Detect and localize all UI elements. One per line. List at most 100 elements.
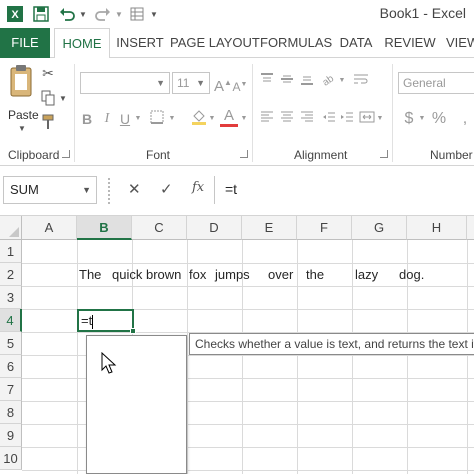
bottom-align-icon[interactable] [298,72,316,90]
cell-h2[interactable]: lazy [355,267,378,282]
cell-f2[interactable]: over [268,267,293,282]
title-bar: X ▼ ▼ ▼ Book1 - Excel [0,0,474,28]
paste-button[interactable]: Paste [8,108,39,122]
column-header-e[interactable]: E [242,216,297,240]
font-launcher-icon[interactable] [240,150,248,158]
tab-view[interactable]: VIEW [446,28,474,58]
column-header-a[interactable]: A [22,216,77,240]
row-header-3[interactable]: 3 [0,286,22,309]
column-header-c[interactable]: C [132,216,187,240]
save-icon[interactable] [30,4,52,24]
cancel-icon[interactable]: ✕ [128,180,141,198]
row-header-6[interactable]: 6 [0,355,22,378]
decrease-indent-icon[interactable] [320,110,338,128]
fill-color-icon[interactable] [190,108,208,130]
orientation-dropdown-icon[interactable]: ▼ [338,72,346,90]
cut-icon[interactable]: ✂ [38,64,58,82]
mouse-pointer-icon [101,351,117,376]
orientation-icon[interactable]: ab [320,72,338,90]
select-all-corner[interactable] [0,216,22,240]
cell-c2[interactable]: quick brown [112,267,181,282]
active-cell-value: =t [81,313,93,328]
cell-d2[interactable]: fox [189,267,206,282]
formula-input[interactable]: =t [214,176,474,204]
paste-dropdown-icon[interactable]: ▼ [18,124,26,133]
currency-dropdown-icon[interactable]: ▼ [418,110,426,128]
customize-icon[interactable] [126,4,148,24]
row-header-7[interactable]: 7 [0,378,22,401]
clipboard-launcher-icon[interactable] [62,150,70,158]
align-right-icon[interactable] [298,110,316,128]
wrap-text-icon[interactable] [352,72,370,90]
tab-page-layout[interactable]: PAGE LAYOUT [170,28,260,58]
tab-review[interactable]: REVIEW [384,28,436,58]
merge-dropdown-icon[interactable]: ▼ [376,110,384,128]
undo-dropdown-icon[interactable]: ▼ [78,4,88,24]
insert-function-icon[interactable]: fx [192,180,204,195]
middle-align-icon[interactable] [278,72,296,90]
row-header-4[interactable]: 4 [0,309,22,332]
percent-button[interactable]: % [430,110,448,128]
format-painter-icon[interactable] [38,114,58,134]
borders-icon[interactable] [148,110,166,128]
row-header-8[interactable]: 8 [0,401,22,424]
row-header-5[interactable]: 5 [0,332,22,355]
name-box[interactable]: SUM ▼ [3,176,97,204]
cell-e2[interactable]: jumps [215,267,250,282]
tab-data[interactable]: DATA [336,28,376,58]
enter-icon[interactable]: ✓ [160,180,173,198]
font-color-dropdown-icon[interactable]: ▼ [240,110,248,128]
grow-font-icon[interactable]: A▲ [214,74,232,96]
cell-b2[interactable]: The [79,267,101,282]
currency-button[interactable]: $ [400,110,418,128]
copy-icon[interactable] [38,90,58,110]
worksheet-grid[interactable]: A B C D E F G H 1 2 3 4 5 6 7 8 9 10 The… [0,216,474,474]
svg-text:ab: ab [321,73,336,86]
undo-icon[interactable] [56,4,78,24]
font-size-dropdown[interactable]: 11 ▼ [172,72,210,94]
merge-center-icon[interactable] [358,110,376,128]
ribbon-tabs: FILE HOME INSERT PAGE LAYOUT FORMULAS DA… [0,28,474,59]
redo-dropdown-icon[interactable]: ▼ [114,4,124,24]
underline-dropdown-icon[interactable]: ▼ [134,110,142,128]
tab-file[interactable]: FILE [0,28,50,58]
column-header-b[interactable]: B [77,216,132,240]
svg-text:X: X [11,9,19,21]
qa-customize-dropdown-icon[interactable]: ▼ [148,4,160,24]
fill-color-dropdown-icon[interactable]: ▼ [208,110,216,128]
underline-button[interactable]: U [118,110,132,128]
top-align-icon[interactable] [258,72,276,90]
tab-home[interactable]: HOME [54,28,110,59]
fill-handle[interactable] [130,328,136,334]
font-name-dropdown[interactable]: ▼ [80,72,170,94]
column-header-g[interactable]: G [352,216,407,240]
active-cell-b4[interactable]: =t [77,309,136,334]
row-header-1[interactable]: 1 [0,240,22,263]
comma-style-icon[interactable]: , [456,110,474,128]
cell-i2[interactable]: dog. [399,267,424,282]
borders-dropdown-icon[interactable]: ▼ [168,110,176,128]
increase-indent-icon[interactable] [338,110,356,128]
shrink-font-icon[interactable]: A▼ [232,76,248,96]
font-color-icon[interactable]: A [220,108,238,127]
row-header-10[interactable]: 10 [0,447,22,470]
bold-button[interactable]: B [80,110,94,128]
redo-icon[interactable] [92,4,114,24]
align-center-icon[interactable] [278,110,296,128]
tab-formulas[interactable]: FORMULAS [260,28,332,58]
copy-dropdown-icon[interactable]: ▼ [58,90,68,108]
tab-insert[interactable]: INSERT [114,28,166,58]
cell-g2[interactable]: the [306,267,324,282]
paste-icon[interactable] [8,64,34,104]
row-header-9[interactable]: 9 [0,424,22,447]
number-format-dropdown[interactable]: General [398,72,474,94]
column-header-d[interactable]: D [187,216,242,240]
alignment-launcher-icon[interactable] [380,150,388,158]
align-left-icon[interactable] [258,110,276,128]
column-header-f[interactable]: F [297,216,352,240]
italic-button[interactable]: I [100,110,114,128]
row-header-2[interactable]: 2 [0,263,22,286]
formula-bar-grip[interactable] [108,178,112,204]
column-header-partial[interactable] [467,216,474,240]
column-header-h[interactable]: H [407,216,467,240]
